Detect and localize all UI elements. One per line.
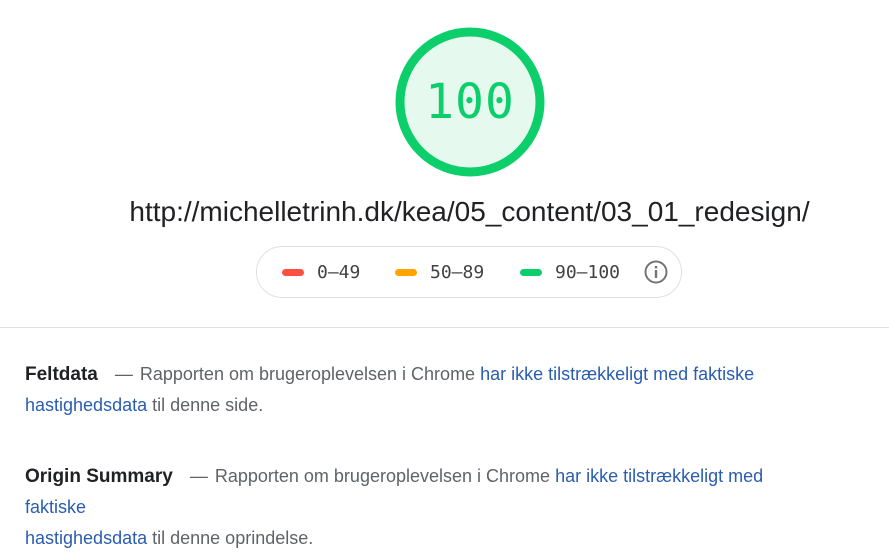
section-divider: [0, 327, 889, 328]
field-data-link-line1[interactable]: har ikke tilstrækkeligt med faktiske: [480, 364, 754, 384]
legend-label-average: 50–89: [430, 261, 485, 283]
origin-summary-section: Origin Summary — Rapporten om brugerople…: [25, 461, 825, 554]
legend-swatch-pass: [520, 268, 542, 276]
field-data-link-line2[interactable]: hastighedsdata: [25, 395, 147, 415]
field-data-section: Feltdata — Rapporten om brugeroplevelsen…: [25, 359, 825, 421]
tested-url: http://michelletrinh.dk/kea/05_content/0…: [129, 196, 810, 227]
legend-item-fail: 0–49: [282, 247, 360, 297]
legend-item-average: 50–89: [395, 247, 484, 297]
field-data-suffix: til denne side.: [152, 395, 264, 415]
legend-item-pass: 90–100: [520, 247, 620, 297]
legend-label-fail: 0–49: [317, 261, 361, 283]
field-data-dash: —: [114, 364, 133, 384]
legend-label-pass: 90–100: [555, 261, 621, 283]
origin-summary-suffix: til denne oprindelse.: [152, 528, 314, 548]
performance-score-value: 100: [425, 74, 515, 130]
origin-summary-title: Origin Summary: [25, 466, 173, 487]
legend-swatch-average: [395, 268, 417, 276]
origin-summary-text: Rapporten om brugeroplevelsen i Chrome: [214, 466, 551, 486]
score-legend: 0–49 50–89 90–100: [256, 246, 682, 298]
field-data-text: Rapporten om brugeroplevelsen i Chrome: [139, 364, 476, 384]
origin-summary-link-line2[interactable]: hastighedsdata: [25, 528, 147, 548]
legend-swatch-fail: [282, 268, 304, 276]
performance-score-gauge: 100: [394, 26, 546, 178]
info-icon[interactable]: [644, 260, 668, 284]
field-data-title: Feltdata: [25, 364, 98, 385]
origin-summary-dash: —: [189, 466, 208, 486]
